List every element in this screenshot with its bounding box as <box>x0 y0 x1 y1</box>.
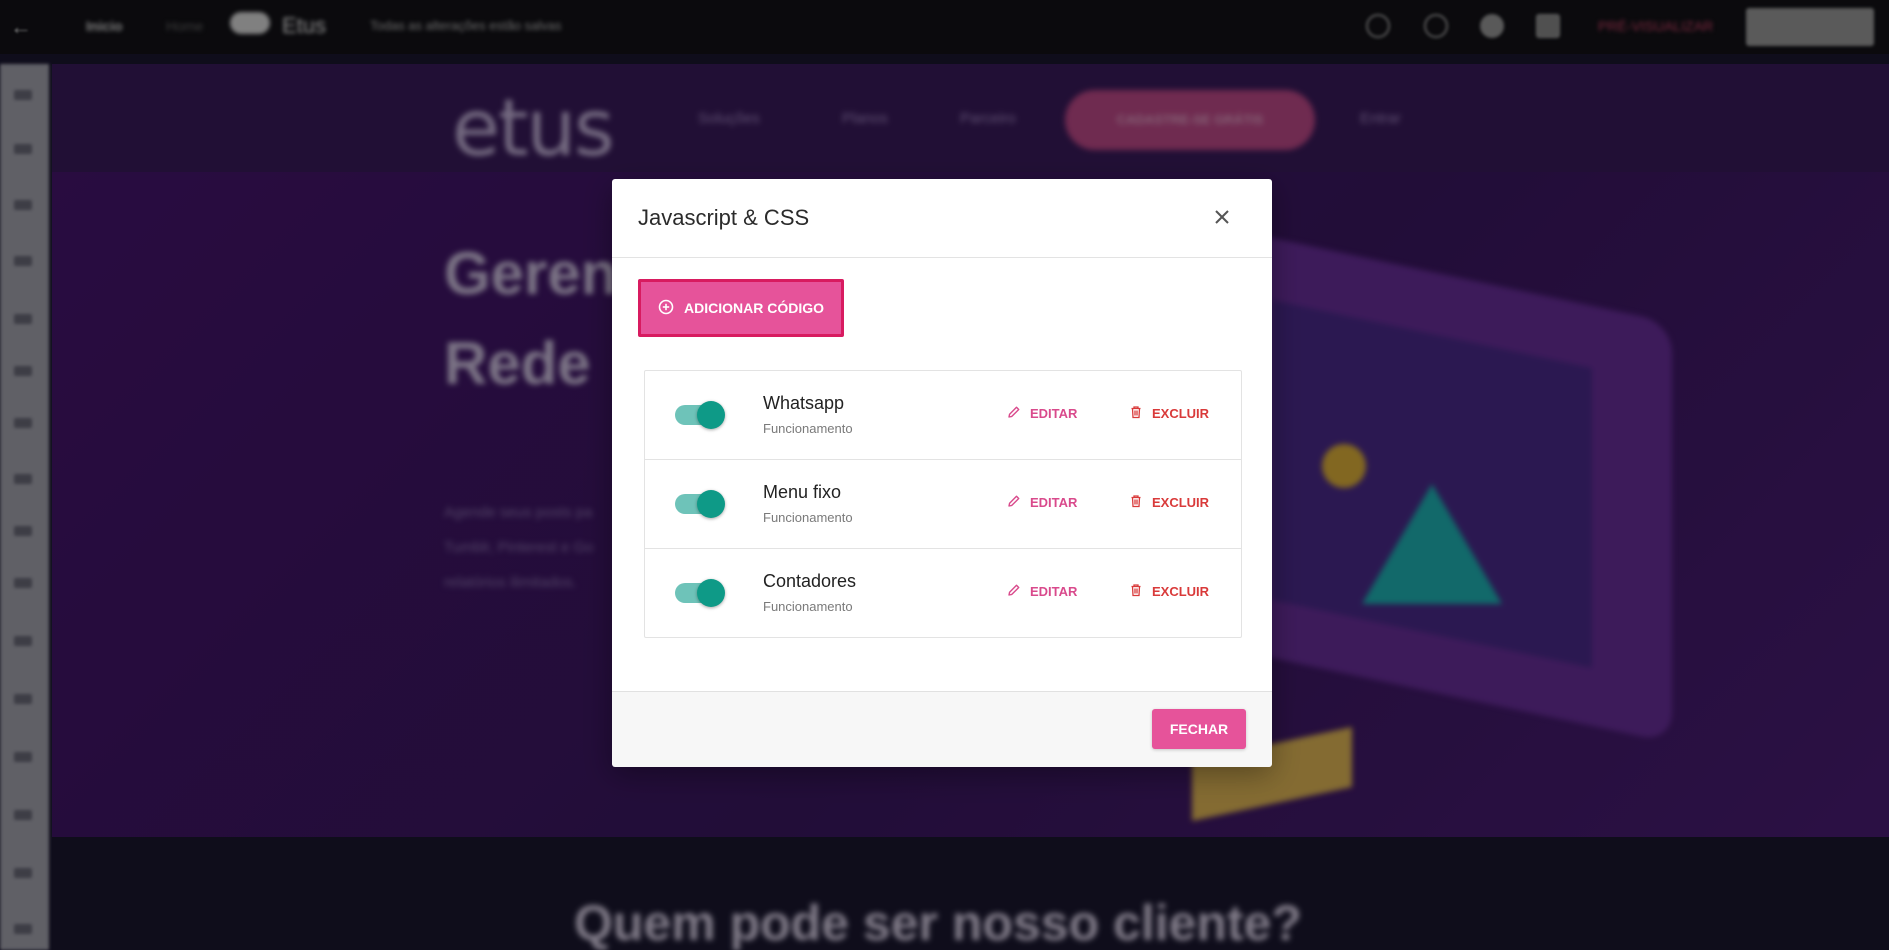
dialog-title: Javascript & CSS <box>638 205 810 230</box>
edit-label: EDITAR <box>1030 495 1078 510</box>
add-code-button[interactable]: ADICIONAR CÓDIGO <box>638 279 844 337</box>
trash-icon <box>1129 494 1143 511</box>
delete-label: EXCLUIR <box>1152 584 1210 599</box>
edit-label: EDITAR <box>1030 584 1078 599</box>
code-name: Menu fixo <box>763 482 842 502</box>
code-list: Whatsapp Funcionamento EDITAR EXCLUIR Me… <box>644 370 1242 638</box>
plus-circle-icon <box>658 299 674 318</box>
add-code-label: ADICIONAR CÓDIGO <box>684 300 824 316</box>
code-enabled-toggle[interactable] <box>675 579 727 607</box>
dialog-header: Javascript & CSS <box>612 179 1272 258</box>
trash-icon <box>1129 583 1143 600</box>
toggle-knob <box>697 401 725 429</box>
code-name: Whatsapp <box>763 393 845 413</box>
delete-label: EXCLUIR <box>1152 406 1210 421</box>
close-dialog-button[interactable]: FECHAR <box>1152 709 1246 749</box>
code-row: Menu fixo Funcionamento EDITAR EXCLUIR <box>645 459 1241 548</box>
delete-button[interactable]: EXCLUIR <box>1129 583 1209 600</box>
code-status: Funcionamento <box>763 421 853 436</box>
code-status: Funcionamento <box>763 599 853 614</box>
code-status: Funcionamento <box>763 510 853 525</box>
code-row: Whatsapp Funcionamento EDITAR EXCLUIR <box>645 371 1241 459</box>
edit-button[interactable]: EDITAR <box>1007 405 1077 422</box>
close-icon[interactable] <box>1206 201 1238 233</box>
edit-button[interactable]: EDITAR <box>1007 494 1077 511</box>
pencil-icon <box>1007 405 1021 422</box>
code-row: Contadores Funcionamento EDITAR EXCLUIR <box>645 548 1241 637</box>
code-enabled-toggle[interactable] <box>675 401 727 429</box>
code-enabled-toggle[interactable] <box>675 490 727 518</box>
edit-label: EDITAR <box>1030 406 1078 421</box>
delete-label: EXCLUIR <box>1152 495 1210 510</box>
edit-button[interactable]: EDITAR <box>1007 583 1077 600</box>
pencil-icon <box>1007 494 1021 511</box>
dialog-footer: FECHAR <box>612 691 1272 767</box>
code-name: Contadores <box>763 571 857 591</box>
pencil-icon <box>1007 583 1021 600</box>
javascript-css-dialog: Javascript & CSS ADICIONAR CÓDIGO Whatsa… <box>612 179 1272 767</box>
delete-button[interactable]: EXCLUIR <box>1129 405 1209 422</box>
toggle-knob <box>697 579 725 607</box>
trash-icon <box>1129 405 1143 422</box>
toggle-knob <box>697 490 725 518</box>
delete-button[interactable]: EXCLUIR <box>1129 494 1209 511</box>
